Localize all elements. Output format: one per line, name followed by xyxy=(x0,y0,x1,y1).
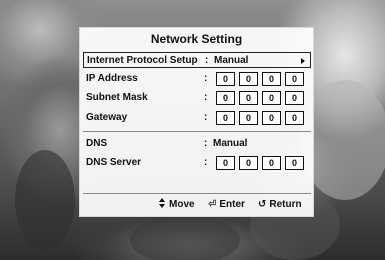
ip-octet-field[interactable]: 0 xyxy=(262,72,281,86)
subnet-octet-field[interactable]: 0 xyxy=(285,91,304,105)
gateway-octet-field[interactable]: 0 xyxy=(285,111,304,125)
background-photo: Network Setting Internet Protocol Setup … xyxy=(0,0,385,260)
gateway-octet-field[interactable]: 0 xyxy=(216,111,235,125)
row-label: IP Address xyxy=(86,73,138,84)
row-colon: : xyxy=(204,157,208,168)
background-figure xyxy=(130,215,240,260)
dialog-title: Network Setting xyxy=(150,32,243,46)
internet-protocol-setup-row[interactable]: Internet Protocol Setup : Manual xyxy=(83,52,311,68)
row-colon: : xyxy=(204,138,208,149)
dns-octet-field[interactable]: 0 xyxy=(239,156,258,170)
row-label: Subnet Mask xyxy=(86,92,148,103)
gateway-row: Gateway : 0 0 0 0 xyxy=(83,110,311,126)
background-figure xyxy=(15,150,75,250)
subnet-mask-row: Subnet Mask : 0 0 0 0 xyxy=(83,90,311,106)
return-hint: ↺ Return xyxy=(258,197,302,213)
enter-hint: ⏎ Enter xyxy=(208,197,245,213)
right-arrow-icon[interactable] xyxy=(301,58,305,64)
ip-address-row: IP Address : 0 0 0 0 xyxy=(83,71,311,87)
dns-octet-field[interactable]: 0 xyxy=(285,156,304,170)
ip-octet-field[interactable]: 0 xyxy=(239,72,258,86)
row-label: DNS Server xyxy=(86,157,142,168)
return-label: Return xyxy=(269,199,302,210)
enter-label: Enter xyxy=(219,199,245,210)
divider xyxy=(83,193,311,194)
move-hint: Move xyxy=(159,197,195,213)
protocol-value: Manual xyxy=(214,55,249,66)
row-label: Gateway xyxy=(86,112,128,123)
ip-octet-field[interactable]: 0 xyxy=(285,72,304,86)
dns-octet-field[interactable]: 0 xyxy=(262,156,281,170)
row-colon: : xyxy=(205,55,209,66)
ip-octet-field[interactable]: 0 xyxy=(216,72,235,86)
up-down-arrows-icon xyxy=(159,198,166,208)
divider xyxy=(83,131,311,132)
row-colon: : xyxy=(204,92,208,103)
row-label: DNS xyxy=(86,138,108,149)
key-guide: Move ⏎ Enter ↺ Return xyxy=(80,197,313,213)
subnet-octet-field[interactable]: 0 xyxy=(262,91,281,105)
dns-server-row: DNS Server : 0 0 0 0 xyxy=(83,155,311,171)
move-label: Move xyxy=(169,199,195,210)
dns-row[interactable]: DNS : Manual xyxy=(83,136,311,152)
row-colon: : xyxy=(204,73,208,84)
row-label: Internet Protocol Setup xyxy=(87,55,198,66)
gateway-octet-field[interactable]: 0 xyxy=(262,111,281,125)
dns-mode-value: Manual xyxy=(213,138,248,149)
gateway-octet-field[interactable]: 0 xyxy=(239,111,258,125)
dns-octet-field[interactable]: 0 xyxy=(216,156,235,170)
network-setting-dialog: Network Setting Internet Protocol Setup … xyxy=(79,27,314,217)
enter-icon: ⏎ xyxy=(208,199,217,210)
subnet-octet-field[interactable]: 0 xyxy=(216,91,235,105)
subnet-octet-field[interactable]: 0 xyxy=(239,91,258,105)
row-colon: : xyxy=(204,112,208,123)
return-icon: ↺ xyxy=(258,199,267,210)
